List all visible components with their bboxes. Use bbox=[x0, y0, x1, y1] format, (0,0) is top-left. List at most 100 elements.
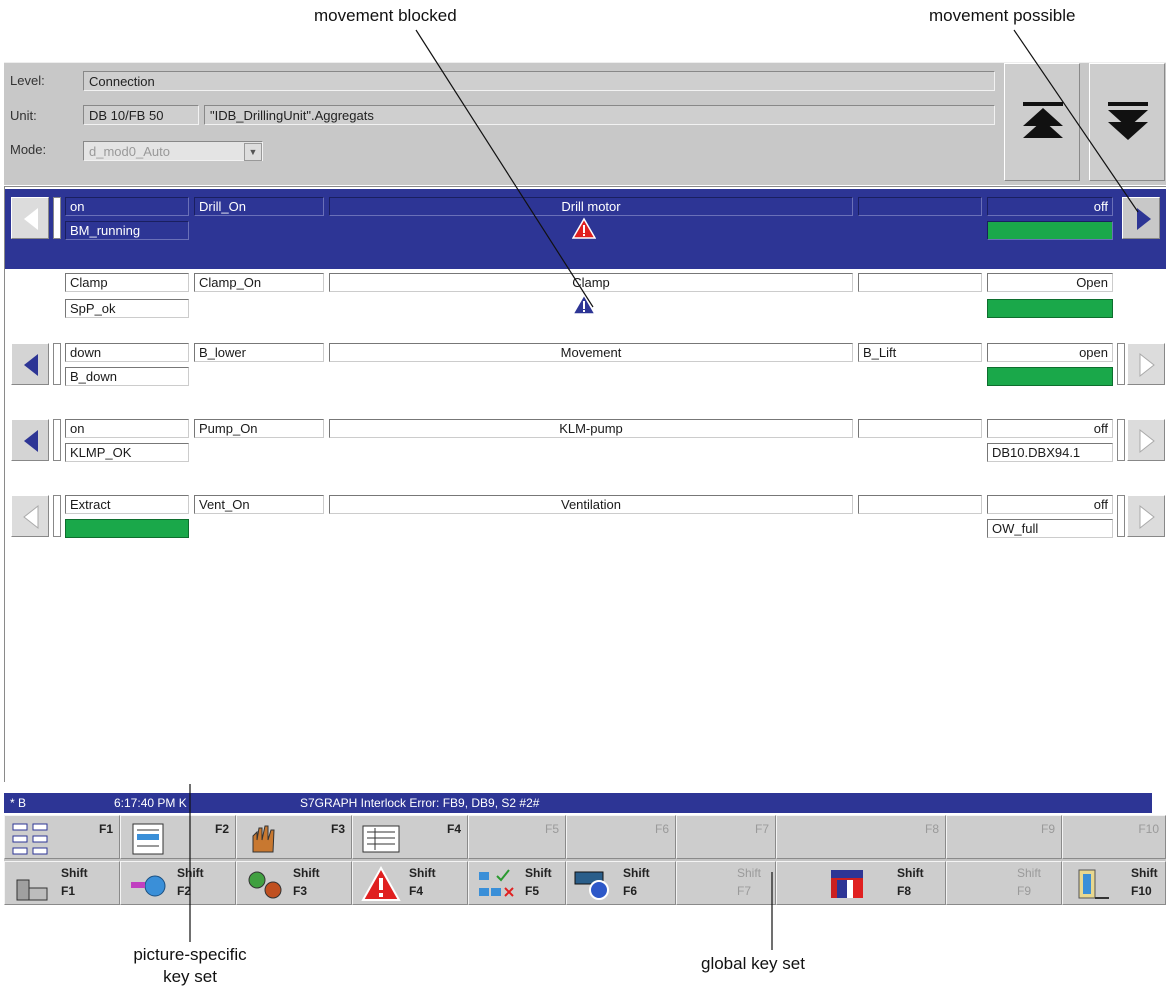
state-cell: open bbox=[987, 343, 1113, 362]
state-indicator-green bbox=[987, 299, 1113, 318]
unit-name-cell: Clamp bbox=[329, 273, 853, 292]
move-right-button[interactable] bbox=[1127, 419, 1165, 461]
mode-select[interactable]: d_mod0_Auto bbox=[83, 141, 263, 161]
move-right-button[interactable] bbox=[1127, 495, 1165, 537]
signal-cell: B_lower bbox=[194, 343, 324, 362]
unit-name-cell: Movement bbox=[329, 343, 853, 362]
list-item[interactable]: on Drill_On Drill motor off BM_running bbox=[5, 189, 1166, 269]
move-right-button[interactable] bbox=[1127, 343, 1165, 385]
key-label: F10 bbox=[1138, 822, 1159, 836]
language-flag-icon bbox=[831, 870, 863, 898]
callout-picture-specific-key-set: picture-specific key set bbox=[110, 944, 270, 988]
arrow-left-icon bbox=[24, 208, 38, 230]
key-label: F4 bbox=[409, 884, 424, 898]
list-item[interactable]: Clamp Clamp_On Clamp Open SpP_ok bbox=[5, 269, 1166, 341]
callout-movement-blocked: movement blocked bbox=[314, 6, 457, 25]
navigate-icon bbox=[12, 823, 48, 855]
row-marker bbox=[53, 495, 61, 537]
move-left-button[interactable] bbox=[11, 343, 49, 385]
key-label: F7 bbox=[754, 822, 769, 836]
key-label: F2 bbox=[214, 822, 229, 836]
mode-label: Mode: bbox=[10, 142, 47, 157]
f8-key[interactable]: F8 bbox=[776, 815, 946, 859]
f6-key[interactable]: F6 bbox=[566, 815, 676, 859]
unit-name-field: "IDB_DrillingUnit".Aggregats bbox=[204, 105, 995, 125]
f2-key[interactable]: F2 bbox=[120, 815, 236, 859]
arrow-left-icon bbox=[23, 504, 39, 530]
shift-f8-key[interactable]: Shift F8 bbox=[776, 861, 946, 905]
network-globe-icon bbox=[131, 875, 166, 897]
condition-cell: B_Lift bbox=[858, 343, 982, 362]
f7-key[interactable]: F7 bbox=[676, 815, 776, 859]
signal-cell: Clamp_On bbox=[194, 273, 324, 292]
shift-f3-key[interactable]: Shift F3 bbox=[236, 861, 352, 905]
f10-key[interactable]: F10 bbox=[1062, 815, 1166, 859]
key-shift-label: Shift bbox=[409, 866, 436, 880]
f1-key[interactable]: F1 bbox=[4, 815, 120, 859]
feedback-cell: BM_running bbox=[65, 221, 189, 240]
f5-key[interactable]: F5 bbox=[468, 815, 566, 859]
condition-cell bbox=[858, 197, 982, 216]
shift-f5-key[interactable]: Shift F5 bbox=[468, 861, 566, 905]
key-label: F7 bbox=[737, 884, 752, 898]
move-right-button[interactable] bbox=[1122, 197, 1160, 239]
feedback-cell: B_down bbox=[65, 367, 189, 386]
move-left-button[interactable] bbox=[11, 495, 49, 537]
chevron-down-icon[interactable]: ▼ bbox=[244, 143, 262, 161]
arrow-right-icon bbox=[1139, 504, 1155, 530]
unit-db-field: DB 10/FB 50 bbox=[83, 105, 199, 125]
shift-f4-key[interactable]: Shift F4 bbox=[352, 861, 468, 905]
level-field: Connection bbox=[83, 71, 995, 91]
state-cell: Open bbox=[987, 273, 1113, 292]
f9-key[interactable]: F9 bbox=[946, 815, 1062, 859]
arrow-left-icon bbox=[24, 354, 38, 376]
shift-f1-key[interactable]: Shift F1 bbox=[4, 861, 120, 905]
shift-f7-key[interactable]: Shift F7 bbox=[676, 861, 776, 905]
state-feedback-cell: OW_full bbox=[987, 519, 1113, 538]
row-marker bbox=[1117, 343, 1125, 385]
key-shift-label: Shift bbox=[897, 866, 924, 880]
key-label: F8 bbox=[924, 822, 939, 836]
alarm-icon bbox=[361, 866, 401, 901]
status-time: 6:17:40 PM K bbox=[114, 796, 187, 810]
double-down-arrow-icon bbox=[1108, 102, 1148, 140]
table-icon bbox=[132, 823, 164, 855]
scroll-up-button[interactable] bbox=[1004, 63, 1080, 181]
key-shift-label: Shift bbox=[177, 866, 204, 880]
arrow-right-icon bbox=[1139, 428, 1155, 454]
shift-f2-key[interactable]: Shift F2 bbox=[120, 861, 236, 905]
key-shift-label: Shift bbox=[61, 866, 88, 880]
unit-label: Unit: bbox=[10, 108, 37, 123]
key-label: F5 bbox=[544, 822, 559, 836]
gears-icon bbox=[248, 871, 282, 899]
unit-overview-icon bbox=[16, 879, 48, 901]
action-cell: Extract bbox=[65, 495, 189, 514]
list-view-icon bbox=[362, 825, 400, 853]
key-label: F9 bbox=[1017, 884, 1032, 898]
row-marker bbox=[53, 419, 61, 461]
key-shift-label: Shift bbox=[623, 866, 650, 880]
move-left-button[interactable] bbox=[11, 197, 49, 239]
list-item[interactable]: on Pump_On KLM-pump off KLMP_OK DB10.DBX… bbox=[5, 415, 1166, 487]
action-cell: Clamp bbox=[65, 273, 189, 292]
state-cell: off bbox=[987, 419, 1113, 438]
f4-key[interactable]: F4 bbox=[352, 815, 468, 859]
manual-hand-icon bbox=[252, 825, 275, 853]
key-label: F5 bbox=[525, 884, 540, 898]
signal-cell: Drill_On bbox=[194, 197, 324, 216]
callout-text-line: picture-specific bbox=[133, 945, 247, 964]
feedback-cell: SpP_ok bbox=[65, 299, 189, 318]
shift-f9-key[interactable]: Shift F9 bbox=[946, 861, 1062, 905]
row-marker bbox=[53, 197, 61, 239]
signal-cell: Pump_On bbox=[194, 419, 324, 438]
condition-cell bbox=[858, 273, 982, 292]
list-item[interactable]: down B_lower Movement B_Lift open B_down bbox=[5, 339, 1166, 411]
key-shift-label: Shift bbox=[1131, 866, 1158, 880]
f3-key[interactable]: F3 bbox=[236, 815, 352, 859]
list-item[interactable]: Extract Vent_On Ventilation off OW_full bbox=[5, 491, 1166, 563]
shift-f6-key[interactable]: Shift F6 bbox=[566, 861, 676, 905]
shift-f10-key[interactable]: Shift F10 bbox=[1062, 861, 1166, 905]
action-cell: on bbox=[65, 197, 189, 216]
scroll-down-button[interactable] bbox=[1089, 63, 1165, 181]
move-left-button[interactable] bbox=[11, 419, 49, 461]
